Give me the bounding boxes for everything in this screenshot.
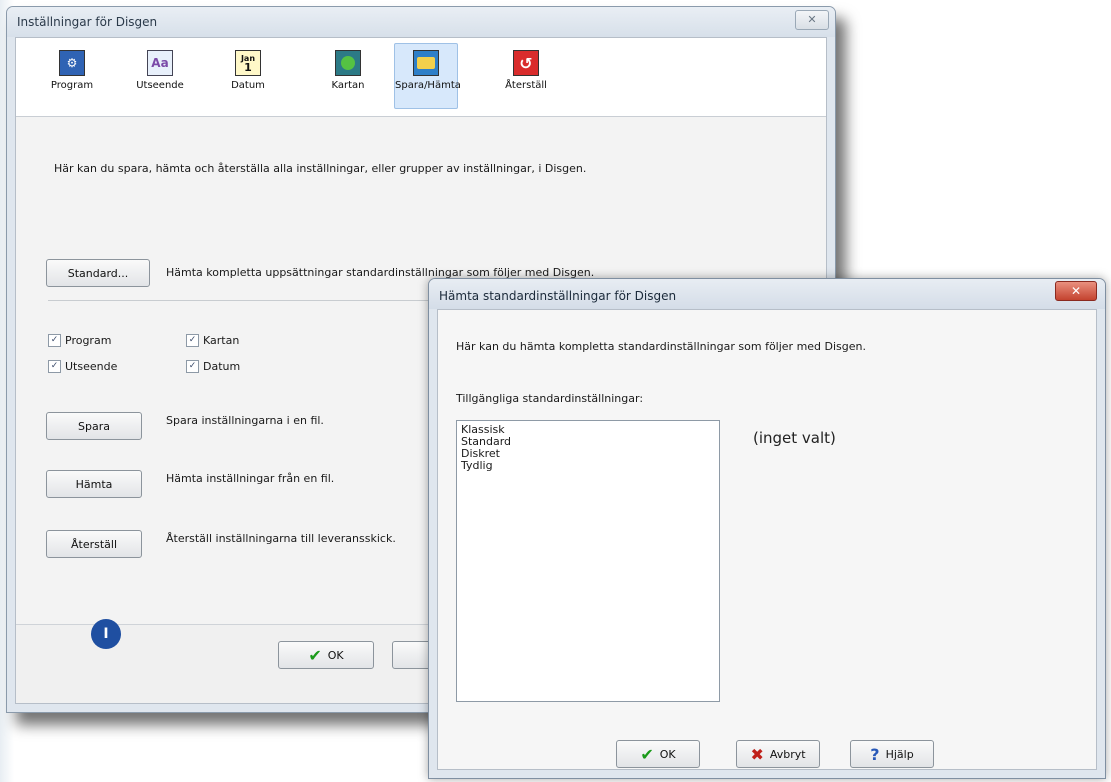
check-icon: ✓ <box>186 360 199 373</box>
help-icon: ? <box>870 744 880 764</box>
settings-toolbar: ⚙ Program Aa Utseende Jan 1 Datum Kartan <box>16 38 826 117</box>
checkbox-label: Datum <box>203 360 241 373</box>
standard-settings-dialog: Hämta standardinställningar för Disgen ✕… <box>428 278 1106 779</box>
x-icon: ✖ <box>750 744 764 764</box>
checkbox-label: Kartan <box>203 334 240 347</box>
checkbox-utseende[interactable]: ✓ Utseende <box>48 360 117 373</box>
checkbox-label: Program <box>65 334 112 347</box>
checkbox-datum[interactable]: ✓ Datum <box>186 360 240 373</box>
tab-label: Återställ <box>505 80 547 91</box>
available-settings-list[interactable]: Klassisk Standard Diskret Tydlig <box>456 420 720 702</box>
dialog-help-button[interactable]: ? Hjälp <box>850 740 934 768</box>
tab-kartan[interactable]: Kartan <box>316 43 380 109</box>
intro-text: Här kan du spara, hämta och återställa a… <box>54 162 587 175</box>
dialog-intro-text: Här kan du hämta kompletta standardinstä… <box>456 340 867 353</box>
standard-button[interactable]: Standard... <box>46 259 150 287</box>
save-button[interactable]: Spara <box>46 412 142 440</box>
list-item[interactable]: Tydlig <box>461 460 715 472</box>
tab-program[interactable]: ⚙ Program <box>40 43 104 109</box>
load-button[interactable]: Hämta <box>46 470 142 498</box>
dialog-ok-label: OK <box>659 747 676 761</box>
step-badge: I <box>91 619 121 649</box>
dialog-title: Hämta standardinställningar för Disgen <box>439 289 677 303</box>
check-icon: ✔ <box>308 645 322 665</box>
map-icon <box>335 50 361 76</box>
reset-icon: ↺ <box>513 50 539 76</box>
standard-button-label: Standard... <box>67 266 129 280</box>
list-item[interactable]: Diskret <box>461 448 715 460</box>
ok-button[interactable]: ✔ OK <box>278 641 374 669</box>
save-description: Spara inställningarna i en fil. <box>166 414 324 427</box>
dialog-client-area: Här kan du hämta kompletta standardinstä… <box>437 309 1097 770</box>
reset-description: Återställ inställningarna till leveranss… <box>166 532 396 545</box>
selection-status: (inget valt) <box>753 429 836 447</box>
check-icon: ✓ <box>48 360 61 373</box>
dialog-titlebar[interactable]: Hämta standardinställningar för Disgen ✕ <box>429 279 1105 309</box>
check-icon: ✓ <box>186 334 199 347</box>
available-settings-label: Tillgängliga standardinställningar: <box>456 392 644 405</box>
tab-label: Datum <box>231 80 265 91</box>
dialog-close-button[interactable]: ✕ <box>1055 281 1097 301</box>
checkbox-label: Utseende <box>65 360 118 373</box>
program-icon: ⚙ <box>59 50 85 76</box>
tab-utseende[interactable]: Aa Utseende <box>128 43 192 109</box>
tab-spara-hamta[interactable]: Spara/Hämta <box>394 43 461 109</box>
load-description: Hämta inställningar från en fil. <box>166 472 335 485</box>
dialog-cancel-button[interactable]: ✖ Avbryt <box>736 740 820 768</box>
tab-label: Kartan <box>331 80 365 91</box>
dialog-cancel-label: Avbryt <box>769 747 806 761</box>
close-button[interactable]: ✕ <box>795 10 829 30</box>
tab-label: Program <box>50 80 94 91</box>
reset-button[interactable]: Återställ <box>46 530 142 558</box>
load-button-label: Hämta <box>75 477 113 491</box>
tab-label: Utseende <box>136 80 184 91</box>
dialog-ok-button[interactable]: ✔ OK <box>616 740 700 768</box>
settings-titlebar[interactable]: Inställningar för Disgen ✕ <box>7 7 835 37</box>
calendar-day: 1 <box>244 61 252 74</box>
ok-button-label: OK <box>327 648 344 662</box>
appearance-icon: Aa <box>147 50 173 76</box>
tab-aterstall[interactable]: ↺ Återställ <box>494 43 558 109</box>
tab-datum[interactable]: Jan 1 Datum <box>216 43 280 109</box>
dialog-help-label: Hjälp <box>885 747 914 761</box>
calendar-icon: Jan 1 <box>235 50 261 76</box>
save-button-label: Spara <box>78 419 110 433</box>
checkbox-program[interactable]: ✓ Program <box>48 334 111 347</box>
checkbox-kartan[interactable]: ✓ Kartan <box>186 334 239 347</box>
reset-button-label: Återställ <box>70 537 118 551</box>
window-title: Inställningar för Disgen <box>17 15 158 29</box>
folder-icon <box>413 50 439 76</box>
tab-label: Spara/Hämta <box>395 80 461 91</box>
check-icon: ✔ <box>640 744 654 764</box>
check-icon: ✓ <box>48 334 61 347</box>
